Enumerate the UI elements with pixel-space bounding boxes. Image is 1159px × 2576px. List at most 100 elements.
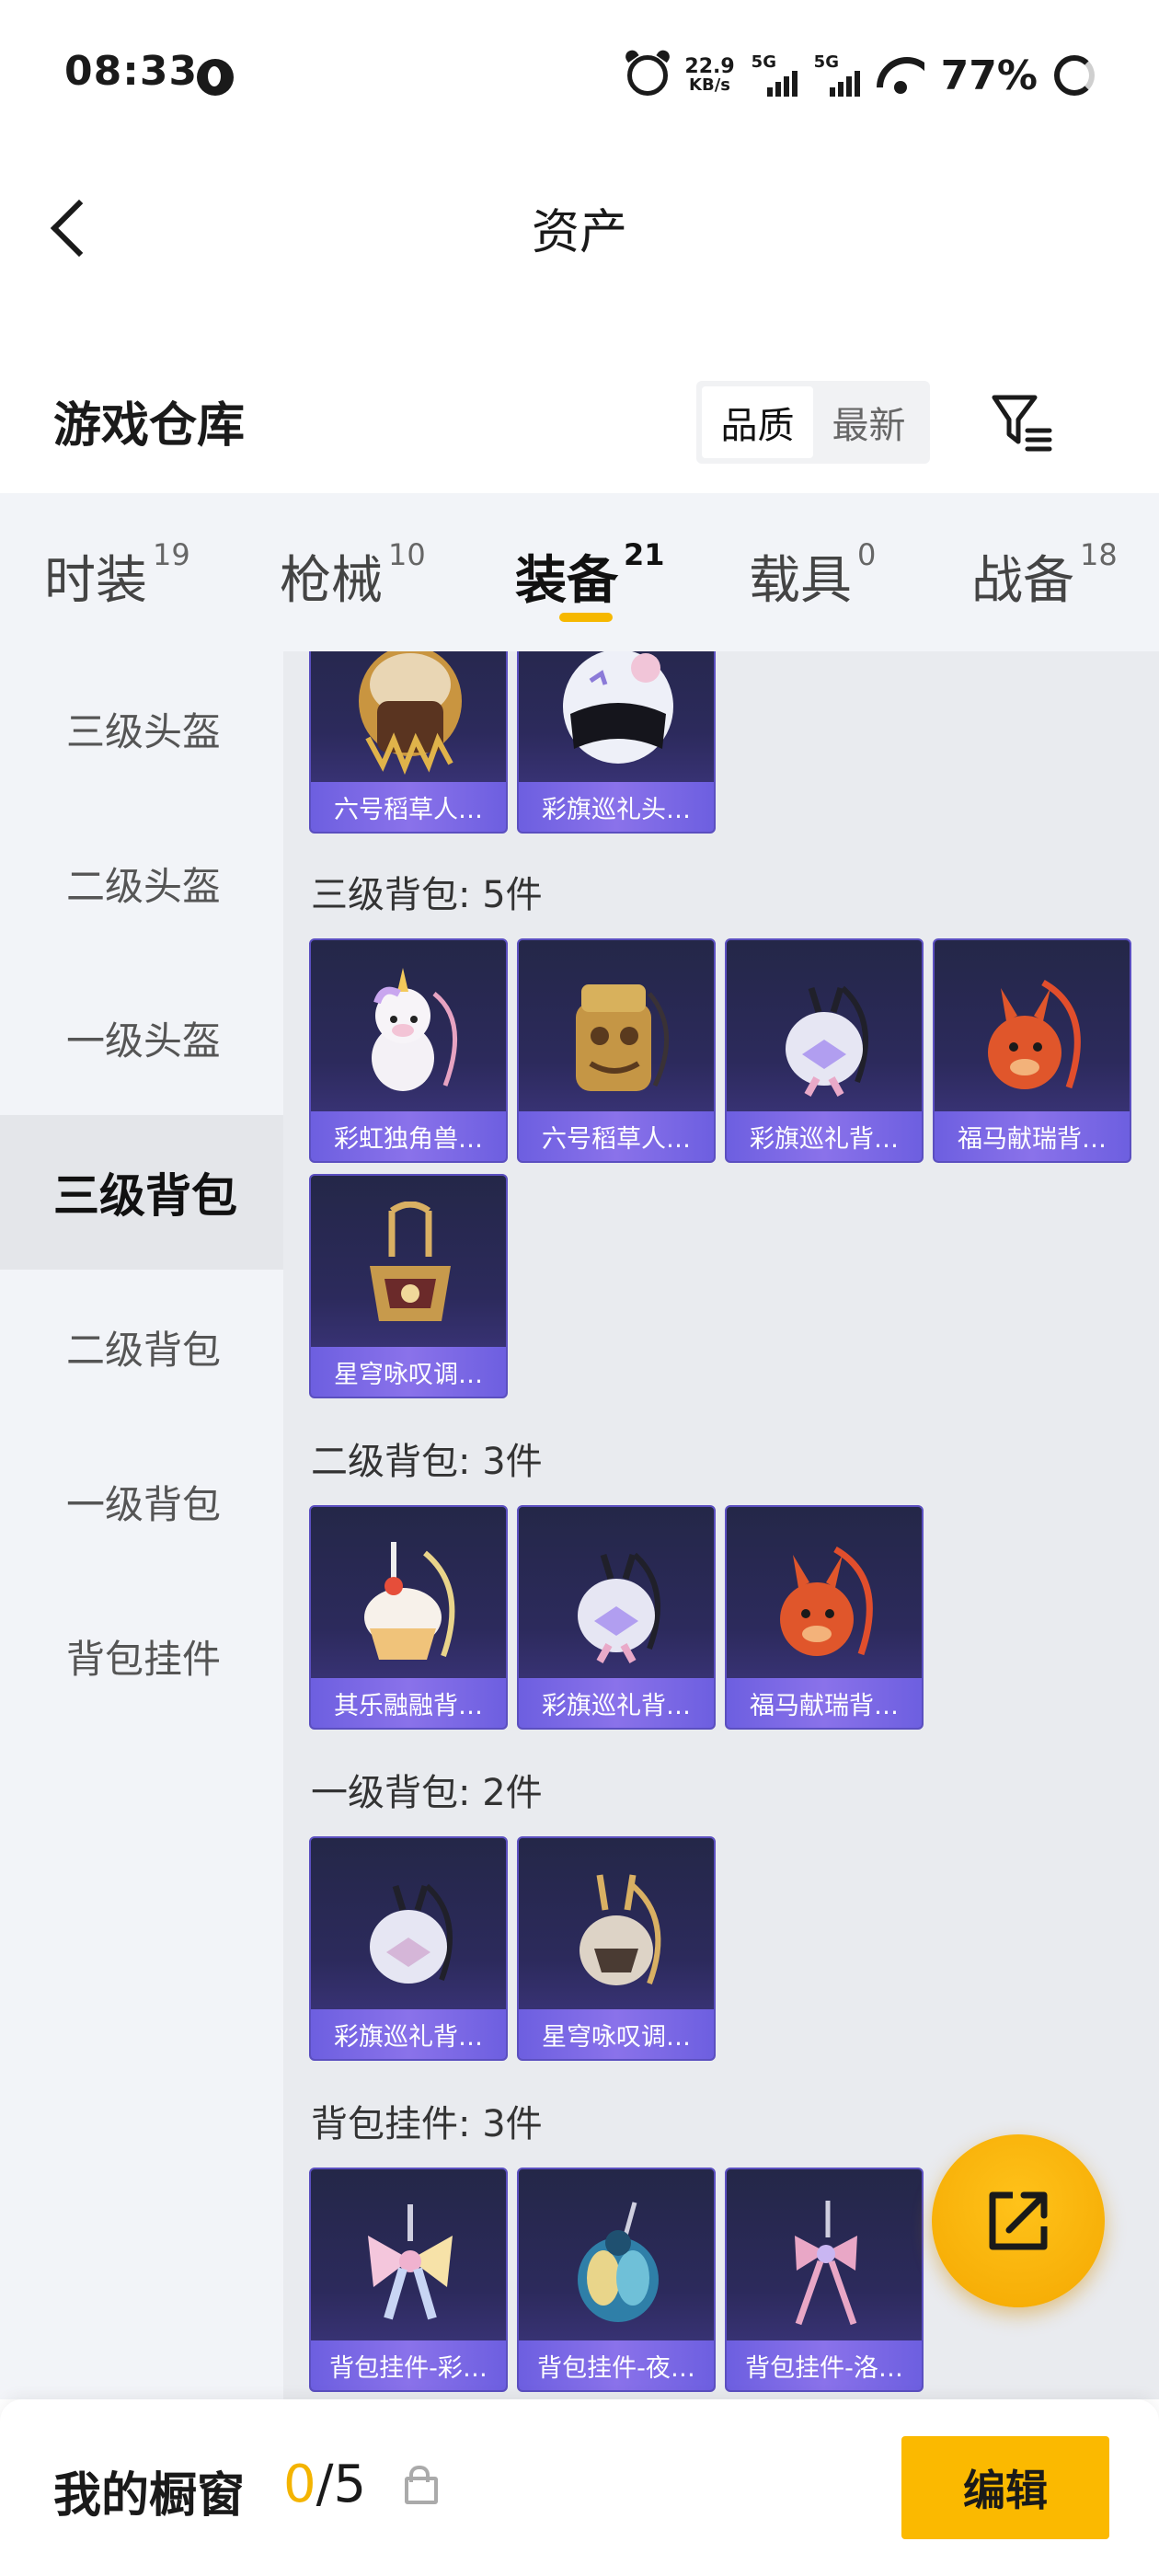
sim2-label: 5G: [813, 52, 839, 72]
edit-button[interactable]: 编辑: [901, 2436, 1109, 2539]
wifi-icon: [877, 57, 924, 94]
item-card[interactable]: 福马献瑞背…: [725, 1505, 924, 1730]
page-title: 资产: [531, 205, 627, 260]
battery-ring-icon: [1054, 55, 1095, 96]
item-card[interactable]: 彩旗巡礼背…: [309, 1836, 508, 2061]
item-card[interactable]: 其乐融融背…: [309, 1505, 508, 1730]
sim1-label: 5G: [751, 52, 776, 72]
star-backpack-icon: [580, 1874, 661, 1985]
item-name: 其乐融融背…: [311, 1678, 506, 1728]
share-icon: [989, 2191, 1048, 2250]
sort-by-newest[interactable]: 最新: [813, 386, 924, 458]
tab-label: 装备: [515, 551, 618, 611]
ribbon-charm-icon: [795, 2201, 857, 2326]
tab-count: 19: [153, 537, 190, 572]
tab-equipment[interactable]: 装备 21: [515, 537, 665, 614]
star-backpack-icon: [370, 1202, 451, 1321]
lock-icon: [405, 2466, 438, 2504]
showcase-title: 我的橱窗: [53, 2468, 246, 2524]
group-label: 一级背包: 2件: [311, 1772, 543, 1814]
sort-toggle: 品质 最新: [696, 381, 930, 464]
item-card[interactable]: 背包挂件-彩…: [309, 2168, 508, 2392]
item-name: 彩旗巡礼背…: [519, 1678, 714, 1728]
item-card[interactable]: 六号稻草人…: [309, 651, 508, 834]
parade-backpack-icon: [370, 1883, 453, 1984]
group-label: 背包挂件: 3件: [311, 2103, 543, 2145]
parade-backpack-icon: [786, 985, 868, 1097]
item-card[interactable]: 彩旗巡礼头…: [517, 651, 716, 834]
item-card[interactable]: 福马献瑞背…: [933, 938, 1131, 1163]
tab-count: 0: [857, 537, 877, 572]
title-bar: 资产: [0, 147, 1159, 304]
item-name: 背包挂件-夜…: [519, 2340, 714, 2390]
section-title: 游戏仓库: [53, 398, 246, 454]
tab-count: 10: [388, 537, 426, 572]
showcase-current: 0: [283, 2455, 316, 2514]
unicorn-backpack-icon: [372, 968, 457, 1091]
item-name: 六号稻草人…: [519, 1111, 714, 1161]
item-card[interactable]: 背包挂件-洛…: [725, 2168, 924, 2392]
signal-icon-sim1: 5G: [751, 52, 798, 97]
tab-label: 战备: [971, 551, 1074, 611]
subcategory-sidebar: 三级头盔 二级头盔 一级头盔 三级背包 二级背包 一级背包 背包挂件: [0, 651, 283, 2399]
do-not-disturb-icon: [197, 59, 234, 96]
bow-charm-icon: [368, 2204, 453, 2320]
tab-count: 18: [1080, 537, 1118, 572]
net-speed: 22.9 KB/s: [684, 57, 734, 94]
horse-backpack-icon: [780, 1546, 873, 1656]
item-name: 星穹咏叹调…: [519, 2009, 714, 2059]
net-speed-unit: KB/s: [689, 75, 731, 95]
item-name: 彩旗巡礼头…: [519, 782, 714, 832]
alarm-icon: [627, 55, 669, 96]
tab-vehicles[interactable]: 载具 0: [749, 537, 877, 614]
item-card[interactable]: 彩旗巡礼背…: [517, 1505, 716, 1730]
beetle-charm-icon: [578, 2202, 659, 2322]
tab-guns[interactable]: 枪械 10: [280, 537, 426, 614]
item-name: 星穹咏叹调…: [311, 1347, 506, 1397]
share-button[interactable]: [932, 2134, 1105, 2307]
tab-fashion[interactable]: 时装 19: [44, 537, 190, 614]
cake-backpack-icon: [364, 1542, 455, 1660]
sidebar-item-lv2-backpack[interactable]: 二级背包: [0, 1270, 283, 1424]
item-card[interactable]: 星穹咏叹调…: [517, 1836, 716, 2061]
item-name: 彩旗巡礼背…: [727, 1111, 922, 1161]
group-label: 二级背包: 3件: [311, 1441, 543, 1483]
item-card[interactable]: 背包挂件-夜…: [517, 2168, 716, 2392]
status-bar: 08:33 22.9 KB/s 5G 5G 77%: [0, 0, 1159, 147]
item-card[interactable]: 星穹咏叹调…: [309, 1174, 508, 1398]
sidebar-item-lv3-backpack[interactable]: 三级背包: [0, 1115, 283, 1270]
showcase-bar: 我的橱窗 0/5 编辑: [0, 2399, 1159, 2576]
item-name: 背包挂件-彩…: [311, 2340, 506, 2390]
category-tabs: 时装 19 枪械 10 装备 21 载具 0 战备 18: [0, 493, 1159, 651]
straw-backpack-icon: [576, 984, 670, 1091]
filter-icon: [992, 395, 1052, 452]
tab-count: 21: [624, 537, 665, 572]
sidebar-item-lv1-helmet[interactable]: 一级头盔: [0, 960, 283, 1115]
sidebar-item-lv2-helmet[interactable]: 二级头盔: [0, 806, 283, 960]
showcase-total: /5: [316, 2455, 367, 2514]
tab-battle-prep[interactable]: 战备 18: [971, 537, 1118, 614]
sidebar-item-lv3-helmet[interactable]: 三级头盔: [0, 651, 283, 806]
parade-backpack-icon: [578, 1552, 660, 1663]
status-time: 08:33: [64, 48, 199, 95]
item-card[interactable]: 彩旗巡礼背…: [725, 938, 924, 1163]
sidebar-item-lv1-backpack[interactable]: 一级背包: [0, 1424, 283, 1579]
item-name: 福马献瑞背…: [935, 1111, 1130, 1161]
battery-level: 77%: [940, 52, 1038, 99]
filter-button[interactable]: [989, 388, 1057, 456]
section-header: 游戏仓库 品质 最新: [0, 350, 1159, 488]
signal-icon-sim2: 5G: [813, 52, 860, 97]
helmet-white-icon: [563, 651, 673, 764]
item-card[interactable]: 彩虹独角兽…: [309, 938, 508, 1163]
item-name: 彩虹独角兽…: [311, 1111, 506, 1161]
sidebar-item-backpack-charm[interactable]: 背包挂件: [0, 1579, 283, 1733]
item-card[interactable]: 六号稻草人…: [517, 938, 716, 1163]
net-speed-value: 22.9: [684, 55, 735, 78]
tab-label: 时装: [44, 551, 147, 611]
item-name: 福马献瑞背…: [727, 1678, 922, 1728]
item-name: 背包挂件-洛…: [727, 2340, 922, 2390]
tab-label: 载具: [749, 551, 852, 611]
showcase-count: 0/5: [283, 2455, 366, 2514]
sort-by-quality[interactable]: 品质: [702, 386, 813, 458]
status-icons: 22.9 KB/s 5G 5G 77%: [627, 48, 1095, 103]
